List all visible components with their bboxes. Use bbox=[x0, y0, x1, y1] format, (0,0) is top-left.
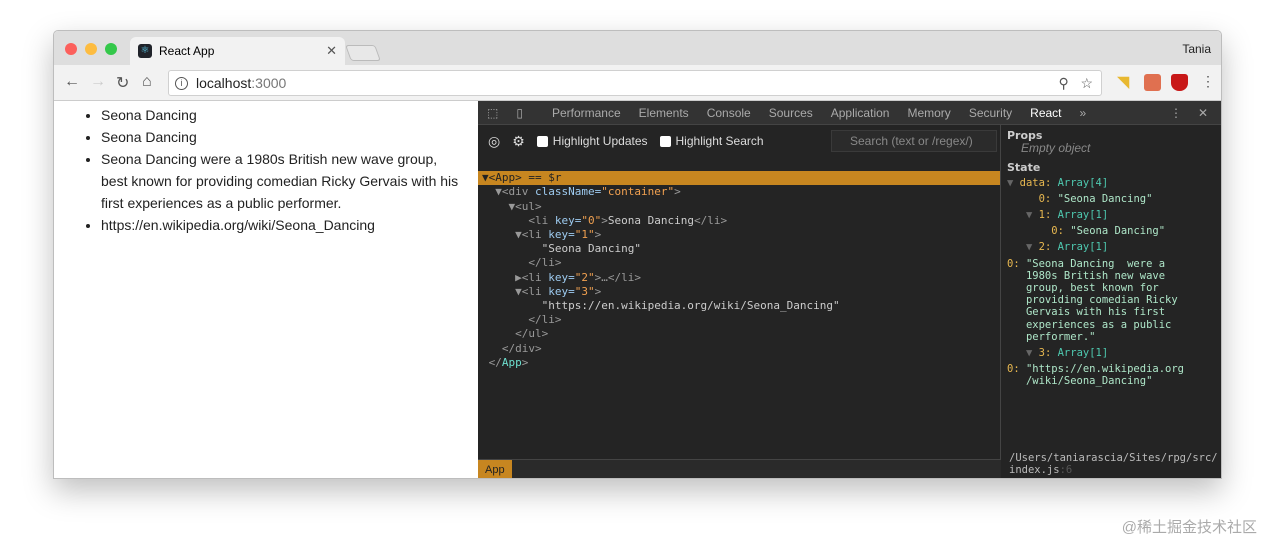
info-icon[interactable]: i bbox=[175, 76, 188, 90]
li3-text: "https://en.wikipedia.org/wiki/Seona_Dan… bbox=[541, 299, 840, 313]
tab-performance[interactable]: Performance bbox=[543, 106, 630, 120]
browser-window: ⚛ React App ✕ Tania ← → ↻ ⌂ i localhost:… bbox=[53, 30, 1222, 479]
tab-sources[interactable]: Sources bbox=[760, 106, 822, 120]
react-toolbar: ◎ ⚙ Highlight Updates Highlight Search S… bbox=[478, 125, 1000, 157]
app-close-tag: App bbox=[501, 355, 522, 369]
home-icon[interactable]: ⌂ bbox=[142, 73, 152, 91]
close-tab-icon[interactable]: ✕ bbox=[326, 43, 337, 59]
maximize-window-button[interactable] bbox=[105, 43, 117, 55]
list-item: Seona Dancing bbox=[101, 104, 464, 126]
extension-icon[interactable] bbox=[1144, 74, 1161, 91]
highlight-search-checkbox[interactable] bbox=[659, 135, 671, 147]
zoom-star-icons[interactable]: ⚲ ☆ bbox=[1059, 75, 1093, 92]
source-link[interactable]: /Users/taniarascia/Sites/rpg/src/ index.… bbox=[1009, 452, 1218, 476]
highlight-updates-label: Highlight Updates bbox=[552, 134, 648, 148]
list-item: Seona Dancing bbox=[101, 126, 464, 148]
minimize-window-button[interactable] bbox=[85, 43, 97, 55]
forward-icon[interactable]: → bbox=[90, 73, 106, 91]
props-state-pane: Props Empty object State ▼ data: Array[4… bbox=[1001, 125, 1221, 478]
inspect-icon[interactable]: ⬚ bbox=[478, 106, 507, 120]
tab-memory[interactable]: Memory bbox=[898, 106, 959, 120]
devtools-panel: ⬚ ▯ Performance Elements Console Sources … bbox=[478, 101, 1221, 478]
state-tree: ▼ data: Array[4] 0: "Seona Dancing" ▼ 1:… bbox=[1007, 176, 1185, 388]
close-window-button[interactable] bbox=[65, 43, 77, 55]
tab-title: React App bbox=[159, 44, 215, 58]
state-heading: State bbox=[1007, 161, 1041, 175]
new-tab-button[interactable] bbox=[345, 45, 381, 61]
more-tabs-icon[interactable]: » bbox=[1071, 106, 1096, 120]
search-input[interactable]: Search (text or /regex/) bbox=[831, 130, 997, 152]
tree-node-ul[interactable]: ▼<ul> bbox=[478, 200, 1000, 214]
url-port: :3000 bbox=[251, 75, 287, 91]
address-bar[interactable]: i localhost:3000 ⚲ ☆ bbox=[168, 70, 1102, 96]
tree-node-div[interactable]: ▼<div className="container"> bbox=[478, 185, 1000, 199]
component-tree-pane: ◎ ⚙ Highlight Updates Highlight Search S… bbox=[478, 125, 1001, 478]
tree-node-li-2[interactable]: ▶<li key="2">…</li> bbox=[478, 271, 1000, 285]
props-empty: Empty object bbox=[1021, 141, 1091, 156]
tab-console[interactable]: Console bbox=[698, 106, 760, 120]
reload-icon[interactable]: ↻ bbox=[116, 73, 129, 93]
back-icon[interactable]: ← bbox=[64, 73, 80, 91]
component-tree: ▼<App> == $r ▼<div className="container"… bbox=[478, 157, 1000, 398]
title-bar: ⚛ React App ✕ Tania bbox=[54, 31, 1221, 65]
close-devtools-icon[interactable]: ✕ bbox=[1189, 106, 1217, 120]
tree-node-app[interactable]: ▼<App> == $r bbox=[478, 171, 1000, 186]
profile-name[interactable]: Tania bbox=[1182, 42, 1211, 56]
menu-icon[interactable]: ⋮ bbox=[1201, 73, 1215, 90]
devtools-tabs: ⬚ ▯ Performance Elements Console Sources … bbox=[478, 101, 1221, 125]
list-item: https://en.wikipedia.org/wiki/Seona_Danc… bbox=[101, 214, 464, 236]
breadcrumb-app[interactable]: App bbox=[478, 460, 512, 478]
tree-node-li-3[interactable]: ▼<li key="3"> bbox=[478, 285, 1000, 299]
highlight-search-label: Highlight Search bbox=[675, 134, 764, 148]
url-host: localhost bbox=[196, 75, 252, 91]
locate-icon[interactable]: ◎ bbox=[488, 133, 500, 150]
browser-tab[interactable]: ⚛ React App ✕ bbox=[130, 37, 345, 65]
tree-node-li-1[interactable]: ▼<li key="1"> bbox=[478, 228, 1000, 242]
page-content: Seona Dancing Seona Dancing Seona Dancin… bbox=[54, 101, 478, 478]
tab-elements[interactable]: Elements bbox=[630, 106, 698, 120]
highlight-updates-checkbox[interactable] bbox=[536, 135, 548, 147]
list-item: Seona Dancing were a 1980s British new w… bbox=[101, 148, 464, 214]
tree-node-li-0[interactable]: <li key="0">Seona Dancing</li> bbox=[478, 214, 1000, 228]
ublock-icon[interactable] bbox=[1171, 74, 1188, 91]
device-icon[interactable]: ▯ bbox=[507, 106, 543, 120]
react-favicon-icon: ⚛ bbox=[138, 44, 152, 58]
settings-gear-icon[interactable]: ⚙ bbox=[512, 133, 525, 150]
browser-toolbar: ← → ↻ ⌂ i localhost:3000 ⚲ ☆ ◥ ⋮ bbox=[54, 65, 1221, 101]
tab-application[interactable]: Application bbox=[822, 106, 899, 120]
watermark: @稀土掘金技术社区 bbox=[1121, 519, 1257, 536]
tab-react[interactable]: React bbox=[1021, 106, 1070, 120]
tab-security[interactable]: Security bbox=[960, 106, 1021, 120]
rss-extension-icon[interactable]: ◥ bbox=[1117, 72, 1134, 91]
li1-text: "Seona Dancing" bbox=[541, 242, 641, 256]
devtools-menu-icon[interactable]: ⋮ bbox=[1161, 106, 1191, 120]
breadcrumb: App bbox=[478, 459, 1001, 478]
